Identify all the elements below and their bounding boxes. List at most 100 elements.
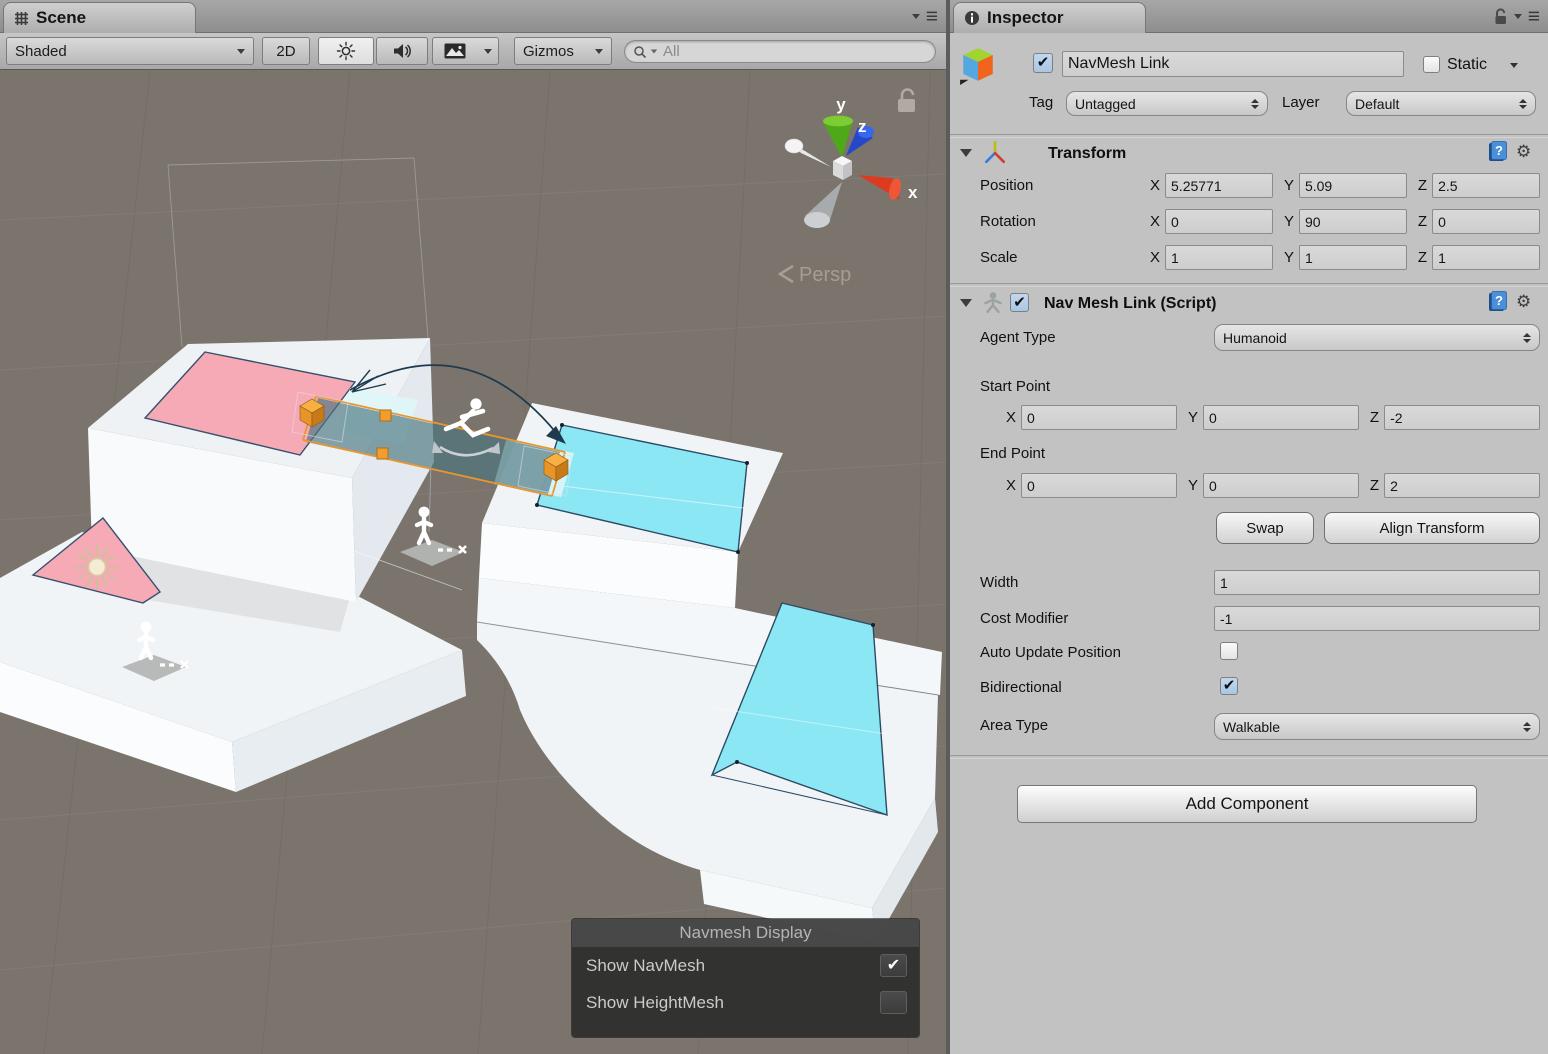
rotation-label: Rotation (980, 213, 1036, 230)
add-component-button[interactable]: Add Component (1017, 785, 1477, 823)
auto-update-label: Auto Update Position (980, 644, 1121, 661)
chevron-down-icon (237, 49, 245, 54)
panel-menu-icon[interactable]: ≡ (926, 7, 938, 27)
panel-menu-icon[interactable]: ≡ (1528, 7, 1540, 27)
gameobject-active-checkbox[interactable]: ✔ (1033, 53, 1053, 73)
scene-lighting-button[interactable] (318, 37, 374, 65)
scene-audio-button[interactable] (376, 37, 428, 65)
scale-z-field[interactable] (1432, 245, 1540, 270)
axis-y-label: Y (1284, 249, 1294, 266)
align-transform-button[interactable]: Align Transform (1324, 512, 1540, 544)
gizmo-cube[interactable] (833, 156, 852, 180)
search-input[interactable] (661, 42, 927, 61)
swap-button[interactable]: Swap (1216, 512, 1314, 544)
tab-inspector[interactable]: Inspector (953, 2, 1146, 33)
scene-effects-button[interactable] (432, 37, 478, 65)
tag-dropdown[interactable]: Untagged (1066, 91, 1268, 116)
rotation-row: Rotation X Y Z (950, 209, 1540, 235)
end-point-y-field[interactable] (1203, 473, 1359, 498)
chevron-down-icon (595, 49, 603, 54)
gizmo-y-label: y (836, 95, 846, 114)
width-field[interactable] (1214, 570, 1540, 595)
navmeshlink-foldout[interactable] (960, 299, 972, 307)
gizmo-axis-x[interactable] (858, 175, 903, 201)
gear-icon[interactable]: ⚙ (1516, 143, 1531, 160)
start-point-row: X Y Z (950, 405, 1540, 431)
axis-z-label: Z (1418, 177, 1427, 194)
toggle-2d-button[interactable]: 2D (262, 37, 310, 65)
panel-dropdown-icon[interactable] (912, 14, 920, 19)
static-dropdown-icon[interactable] (1510, 63, 1518, 68)
static-checkbox[interactable]: ✔ (1423, 56, 1440, 73)
start-point-y-field[interactable] (1203, 405, 1359, 430)
projection-label[interactable]: Persp (799, 264, 851, 286)
gizmo-axis-neg-y[interactable] (804, 182, 842, 228)
lock-icon[interactable] (1493, 8, 1508, 26)
axis-z-label: Z (1370, 477, 1379, 494)
svg-text:?: ? (1495, 143, 1503, 158)
cost-modifier-field[interactable] (1214, 606, 1540, 631)
tag-value: Untagged (1075, 96, 1136, 112)
end-point-label: End Point (980, 445, 1045, 462)
transform-foldout[interactable] (960, 149, 972, 157)
link-width-handle[interactable] (377, 448, 388, 459)
navmeshlink-enabled-checkbox[interactable]: ✔ (1010, 293, 1029, 312)
end-point-x-field[interactable] (1021, 473, 1177, 498)
gear-icon[interactable]: ⚙ (1516, 293, 1531, 310)
gizmos-dropdown[interactable]: Gizmos (514, 37, 612, 65)
axis-z-label: Z (1370, 409, 1379, 426)
scene-effects-dropdown[interactable] (477, 37, 499, 65)
gameobject-cube-icon[interactable] (958, 45, 998, 85)
scene-viewport[interactable]: y z x Persp Navmesh Display Show NavMesh… (0, 70, 946, 1054)
inspector-tabstrip: Inspector ≡ (950, 0, 1548, 33)
agent-type-dropdown[interactable]: Humanoid (1214, 324, 1540, 351)
rotation-z-field[interactable] (1432, 209, 1540, 234)
toggle-2d-label: 2D (276, 43, 295, 60)
help-icon[interactable]: ? (1488, 291, 1507, 312)
speaker-icon (392, 42, 412, 60)
cost-modifier-label: Cost Modifier (980, 610, 1068, 627)
persp-arrow-icon[interactable] (780, 266, 793, 282)
axis-x-label: X (1006, 477, 1016, 494)
rotation-x-field[interactable] (1165, 209, 1273, 234)
show-navmesh-row: Show NavMesh ✔ (572, 947, 919, 984)
gizmos-label: Gizmos (523, 43, 574, 60)
area-type-dropdown[interactable]: Walkable (1214, 713, 1540, 740)
position-x-field[interactable] (1165, 173, 1273, 198)
start-point-x-field[interactable] (1021, 405, 1177, 430)
scale-x-field[interactable] (1165, 245, 1273, 270)
link-width-handle[interactable] (380, 410, 391, 421)
auto-update-checkbox[interactable]: ✔ (1220, 642, 1238, 660)
gameobject-name-field[interactable] (1062, 51, 1404, 77)
gizmo-x-label: x (908, 183, 918, 202)
popup-arrows-icon (1519, 99, 1527, 109)
axis-x-label: X (1006, 409, 1016, 426)
position-z-field[interactable] (1432, 173, 1540, 198)
axis-y-label: Y (1188, 477, 1198, 494)
tag-label: Tag (1029, 94, 1053, 111)
gizmo-axis-neg-x[interactable] (785, 139, 831, 167)
search-icon (633, 45, 647, 59)
show-navmesh-checkbox[interactable]: ✔ (880, 954, 907, 977)
shading-mode-dropdown[interactable]: Shaded (6, 37, 254, 65)
bidirectional-checkbox[interactable]: ✔ (1220, 677, 1238, 695)
start-point-z-field[interactable] (1384, 405, 1540, 430)
scene-search[interactable] (624, 40, 936, 63)
swap-button-label: Swap (1246, 520, 1284, 537)
inspector-tab-title: Inspector (987, 8, 1064, 28)
panel-dropdown-icon[interactable] (1514, 14, 1522, 19)
image-icon (444, 43, 466, 59)
navmesh-display-overlay: Navmesh Display Show NavMesh ✔ Show Heig… (572, 919, 919, 1037)
position-y-field[interactable] (1299, 173, 1407, 198)
end-point-z-field[interactable] (1384, 473, 1540, 498)
tab-scene[interactable]: Scene (3, 2, 196, 33)
scale-y-field[interactable] (1299, 245, 1407, 270)
help-icon[interactable]: ? (1488, 141, 1507, 162)
gizmo-lock-icon[interactable] (898, 90, 915, 113)
layer-dropdown[interactable]: Default (1346, 91, 1536, 116)
rotation-y-field[interactable] (1299, 209, 1407, 234)
show-heightmesh-checkbox[interactable]: ✔ (880, 991, 907, 1014)
axis-x-label: X (1150, 177, 1160, 194)
end-point-row: X Y Z (950, 473, 1540, 499)
search-filter-icon[interactable] (651, 50, 657, 54)
